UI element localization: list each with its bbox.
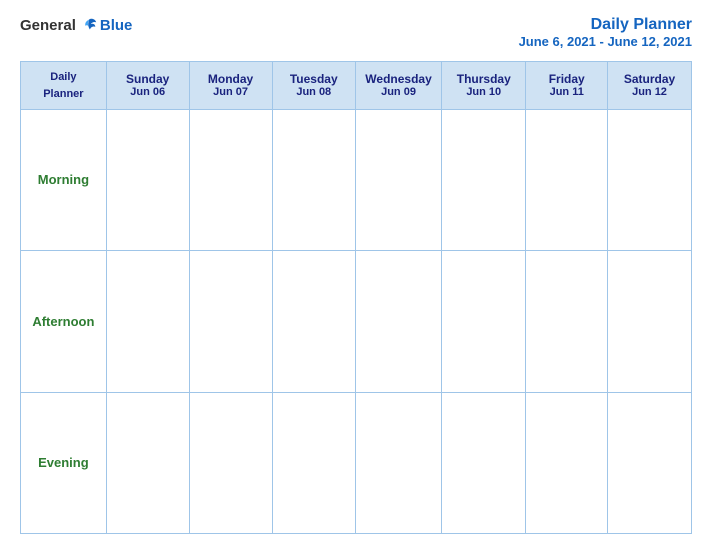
- morning-thursday[interactable]: [442, 109, 526, 250]
- afternoon-saturday[interactable]: [608, 251, 692, 392]
- afternoon-label: Afternoon: [21, 251, 107, 392]
- header-saturday: Saturday Jun 12: [608, 62, 692, 110]
- afternoon-monday[interactable]: [189, 251, 272, 392]
- evening-tuesday[interactable]: [272, 392, 355, 533]
- logo-general-text: General: [20, 17, 76, 34]
- table-header-row: DailyPlanner Sunday Jun 06 Monday Jun 07…: [21, 62, 692, 110]
- evening-row: Evening: [21, 392, 692, 533]
- afternoon-thursday[interactable]: [442, 251, 526, 392]
- logo-area: General Blue: [20, 16, 132, 34]
- morning-label: Morning: [21, 109, 107, 250]
- header-tuesday: Tuesday Jun 08: [272, 62, 355, 110]
- afternoon-row: Afternoon: [21, 251, 692, 392]
- planner-title: Daily Planner: [519, 16, 692, 34]
- evening-monday[interactable]: [189, 392, 272, 533]
- afternoon-wednesday[interactable]: [355, 251, 441, 392]
- header-daily-planner: DailyPlanner: [21, 62, 107, 110]
- header-sunday: Sunday Jun 06: [106, 62, 189, 110]
- morning-monday[interactable]: [189, 109, 272, 250]
- evening-saturday[interactable]: [608, 392, 692, 533]
- afternoon-sunday[interactable]: [106, 251, 189, 392]
- evening-wednesday[interactable]: [355, 392, 441, 533]
- morning-saturday[interactable]: [608, 109, 692, 250]
- afternoon-friday[interactable]: [526, 251, 608, 392]
- header-friday: Friday Jun 11: [526, 62, 608, 110]
- logo-blue-text: Blue: [100, 17, 133, 34]
- header-wednesday: Wednesday Jun 09: [355, 62, 441, 110]
- header-monday: Monday Jun 07: [189, 62, 272, 110]
- evening-label: Evening: [21, 392, 107, 533]
- evening-friday[interactable]: [526, 392, 608, 533]
- morning-row: Morning: [21, 109, 692, 250]
- evening-thursday[interactable]: [442, 392, 526, 533]
- morning-wednesday[interactable]: [355, 109, 441, 250]
- morning-tuesday[interactable]: [272, 109, 355, 250]
- morning-sunday[interactable]: [106, 109, 189, 250]
- planner-subtitle: June 6, 2021 - June 12, 2021: [519, 34, 692, 49]
- evening-sunday[interactable]: [106, 392, 189, 533]
- title-area: Daily Planner June 6, 2021 - June 12, 20…: [519, 16, 692, 49]
- header-thursday: Thursday Jun 10: [442, 62, 526, 110]
- logo-bird-icon: [80, 16, 98, 34]
- page-header: General Blue Daily Planner June 6, 2021 …: [20, 16, 692, 49]
- planner-table: DailyPlanner Sunday Jun 06 Monday Jun 07…: [20, 61, 692, 534]
- logo: General Blue: [20, 16, 132, 34]
- morning-friday[interactable]: [526, 109, 608, 250]
- afternoon-tuesday[interactable]: [272, 251, 355, 392]
